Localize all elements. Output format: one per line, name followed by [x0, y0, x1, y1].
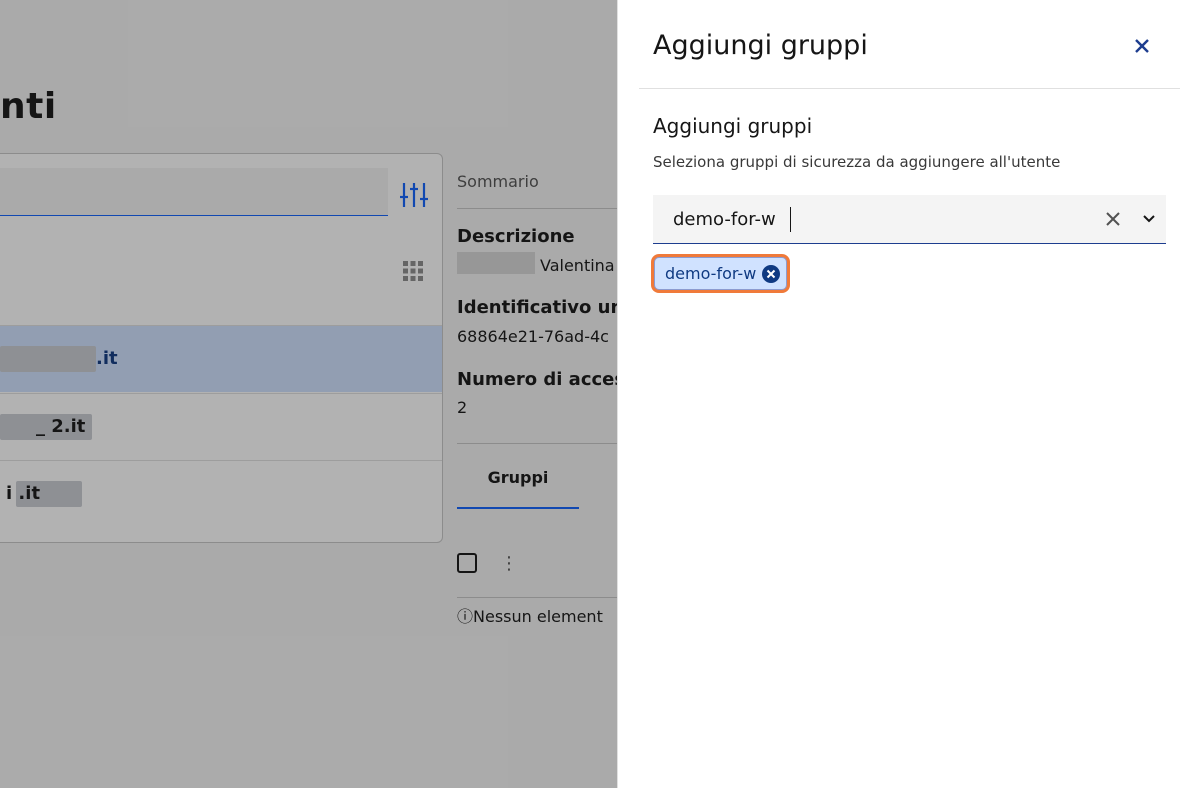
close-button[interactable] [1126, 30, 1158, 62]
dropdown-toggle[interactable] [1137, 207, 1161, 231]
clear-icon [1106, 212, 1120, 226]
text-cursor [790, 207, 791, 232]
close-icon [1135, 39, 1149, 53]
clear-button[interactable] [1101, 207, 1125, 231]
section-title: Aggiungi gruppi [653, 114, 813, 138]
add-groups-panel: Aggiungi gruppi Aggiungi gruppi Selezion… [617, 0, 1200, 788]
tag-label: demo-for-w [665, 264, 757, 283]
section-description: Seleziona gruppi di sicurezza da aggiung… [653, 153, 1061, 171]
modal-overlay[interactable] [0, 0, 617, 788]
tag-remove-icon [762, 264, 781, 283]
panel-divider [639, 88, 1180, 89]
groups-combobox[interactable] [653, 195, 1166, 244]
chevron-down-icon [1143, 215, 1155, 223]
tag-remove-button[interactable] [762, 264, 781, 283]
selected-group-tag: demo-for-w [654, 257, 788, 290]
groups-search-input[interactable] [673, 195, 1073, 243]
panel-title: Aggiungi gruppi [653, 30, 868, 61]
